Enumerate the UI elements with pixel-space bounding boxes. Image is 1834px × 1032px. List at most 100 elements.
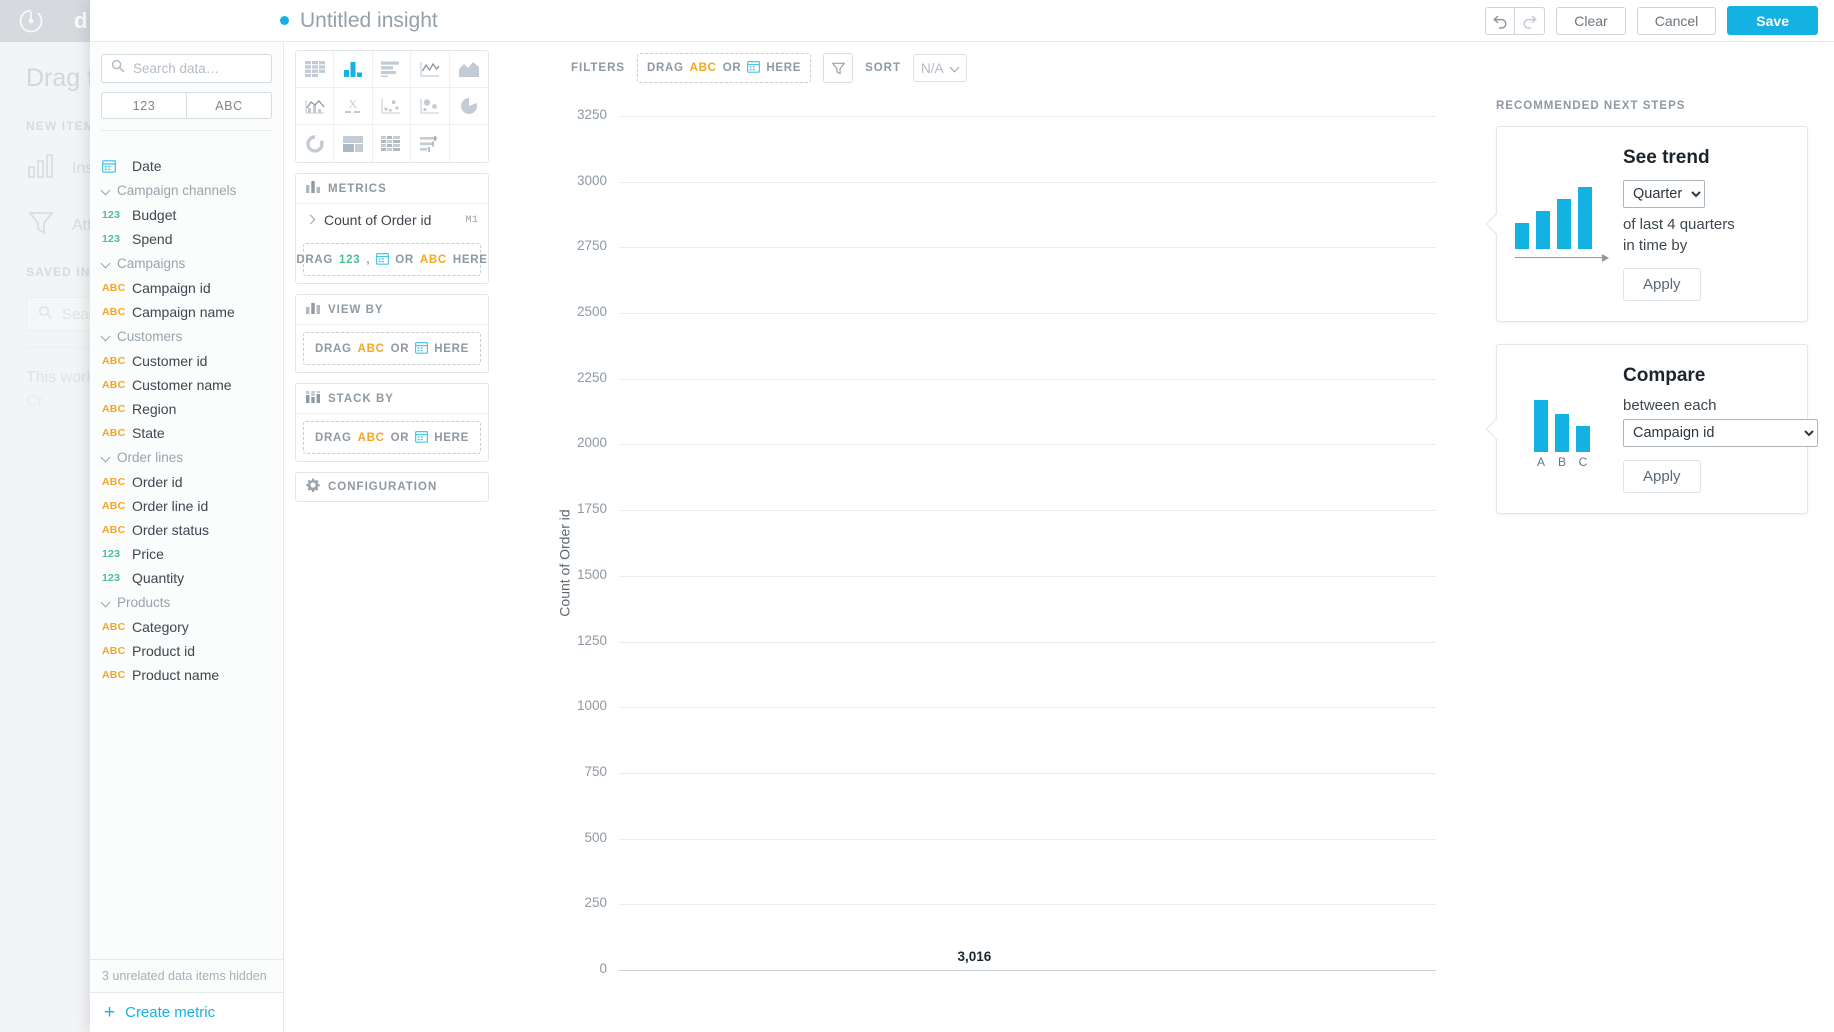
catalog-item-customer-name[interactable]: ABC Customer name [90,373,283,397]
bar-chart-icon [26,151,56,186]
headline-icon[interactable]: X [334,88,373,125]
bar-chart-icon [306,301,320,319]
stack-by-dropzone[interactable]: DRAG ABC OR HERE [303,421,481,454]
table-icon[interactable] [296,51,335,88]
catalog-group-products[interactable]: Products [90,590,283,615]
catalog-item-order-status[interactable]: ABC Order status [90,518,283,542]
clear-button[interactable]: Clear [1556,6,1626,35]
catalog-item-product-name[interactable]: ABC Product name [90,663,283,687]
cancel-button[interactable]: Cancel [1636,6,1717,35]
y-axis-tick-label: 2000 [576,435,607,451]
sort-value: N/A [921,60,944,76]
brand-logo-icon [0,0,62,42]
catalog-controls: 123 ABC [90,42,283,131]
see-trend-apply-button[interactable]: Apply [1623,268,1701,302]
catalog-divider [101,130,272,131]
catalog-item-label: Quantity [132,570,185,586]
compare-body: Compare between each Campaign idCampaign… [1623,365,1818,494]
catalog-item-spend[interactable]: 123 Spend [90,227,283,251]
visualization-config-column: X METRICS Count of Order id M1 DRAG 123 … [285,42,499,510]
donut-chart-icon[interactable] [296,125,335,162]
catalog-item-category[interactable]: ABC Category [90,615,283,639]
column-chart-icon[interactable] [334,51,373,88]
bubble-chart-icon[interactable] [411,88,450,125]
plus-icon: + [104,1002,116,1023]
catalog-item-customer-id[interactable]: ABC Customer id [90,349,283,373]
catalog-item-date[interactable]: Date [90,154,283,178]
header-actions: Clear Cancel Save [1485,6,1834,35]
catalog-group-customers[interactable]: Customers [90,324,283,349]
compare-apply-button[interactable]: Apply [1623,460,1701,494]
filters-dropzone[interactable]: DRAG ABC OR HERE [637,53,812,83]
filter-numeric-button[interactable]: 123 [101,92,187,119]
catalog-item-price[interactable]: 123 Price [90,542,283,566]
ascending-bars-with-arrow-icon [1507,147,1617,301]
page-title[interactable]: Untitled insight [300,9,438,33]
save-button[interactable]: Save [1727,6,1818,35]
compare-bars [1534,390,1590,452]
dropzone-or: OR [395,253,414,266]
art-bar [1557,198,1571,249]
heatmap-icon[interactable] [373,125,412,162]
catalog-item-region[interactable]: ABC Region [90,397,283,421]
configuration-section[interactable]: CONFIGURATION [295,472,489,502]
line-chart-icon[interactable] [411,51,450,88]
catalog-item-label: Order line id [132,498,209,514]
art-bar-label: A [1536,454,1545,469]
catalog-item-label: Order status [132,522,210,538]
search-data-box[interactable] [101,54,272,83]
catalog-group-order-lines[interactable]: Order lines [90,445,283,470]
numeric-type-icon: 123 [102,548,121,560]
insight-editor-modal: Untitled insight Clear Cancel Save Searc… [90,0,1834,1032]
art-bar-label: C [1578,454,1588,469]
undo-arrow-icon[interactable] [1485,6,1516,35]
catalog-group-label: Customers [117,329,183,344]
sort-select[interactable]: N/A [913,54,968,82]
combo-chart-icon[interactable] [296,88,335,125]
catalog-item-label: Campaign id [132,280,211,296]
redo-arrow-icon[interactable] [1515,6,1546,35]
bullet-chart-icon[interactable] [411,125,450,162]
y-axis-tick-label: 2750 [576,238,607,254]
chart-bars: 3,016 [619,116,1436,970]
catalog-group-campaign-channels[interactable]: Campaign channels [90,178,283,203]
type-filter-toggle: 123 ABC [101,92,272,119]
funnel-icon[interactable] [823,53,854,83]
catalog-item-budget[interactable]: 123 Budget [90,203,283,227]
compare-attribute-select[interactable]: Campaign idCampaign nameCustomer idRegio… [1623,419,1818,448]
catalog-item-order-line-id[interactable]: ABC Order line id [90,494,283,518]
catalog-item-campaign-id[interactable]: ABC Campaign id [90,276,283,300]
catalog-item-order-id[interactable]: ABC Order id [90,470,283,494]
chevron-down-icon [102,259,111,268]
metrics-dropzone[interactable]: DRAG 123 , OR ABC HERE [296,243,487,276]
dropzone-suffix: HERE [766,62,802,74]
stack-by-bucket-title: STACK BY [328,392,394,405]
create-metric-button[interactable]: + Create metric [90,992,283,1032]
catalog-item-state[interactable]: ABC State [90,421,283,445]
catalog-item-label: State [132,425,165,441]
scatter-plot-icon[interactable] [372,88,412,125]
catalog-item-quantity[interactable]: 123 Quantity [90,566,283,590]
insight-title-group[interactable]: Untitled insight [90,9,438,33]
search-input[interactable] [133,61,262,76]
date-icon [376,252,390,268]
dropzone-prefix: DRAG [314,431,352,444]
treemap-icon[interactable] [334,125,373,162]
metric-item-count-of-order-id[interactable]: Count of Order id M1 [296,204,488,236]
y-axis-tick-label: 2500 [576,304,607,320]
catalog-item-campaign-name[interactable]: ABC Campaign name [90,300,283,324]
svg-text:X: X [349,98,358,111]
text-type-icon: ABC [102,355,126,367]
catalog-item-product-id[interactable]: ABC Product id [90,639,283,663]
unsaved-changes-dot [280,16,289,25]
filter-text-button[interactable]: ABC [187,92,272,119]
stack-by-bucket: STACK BY DRAG ABC OR HERE [295,383,489,462]
art-bar [1576,425,1590,452]
dropzone-text-tag: ABC [689,62,717,74]
area-chart-icon[interactable] [449,51,488,88]
bar-chart-icon[interactable] [372,51,412,88]
pie-chart-icon[interactable] [449,88,488,125]
catalog-group-campaigns[interactable]: Campaigns [90,251,283,276]
view-by-dropzone[interactable]: DRAG ABC OR HERE [303,332,481,365]
trend-granularity-select[interactable]: QuarterMonthYearWeekDay [1623,180,1705,208]
